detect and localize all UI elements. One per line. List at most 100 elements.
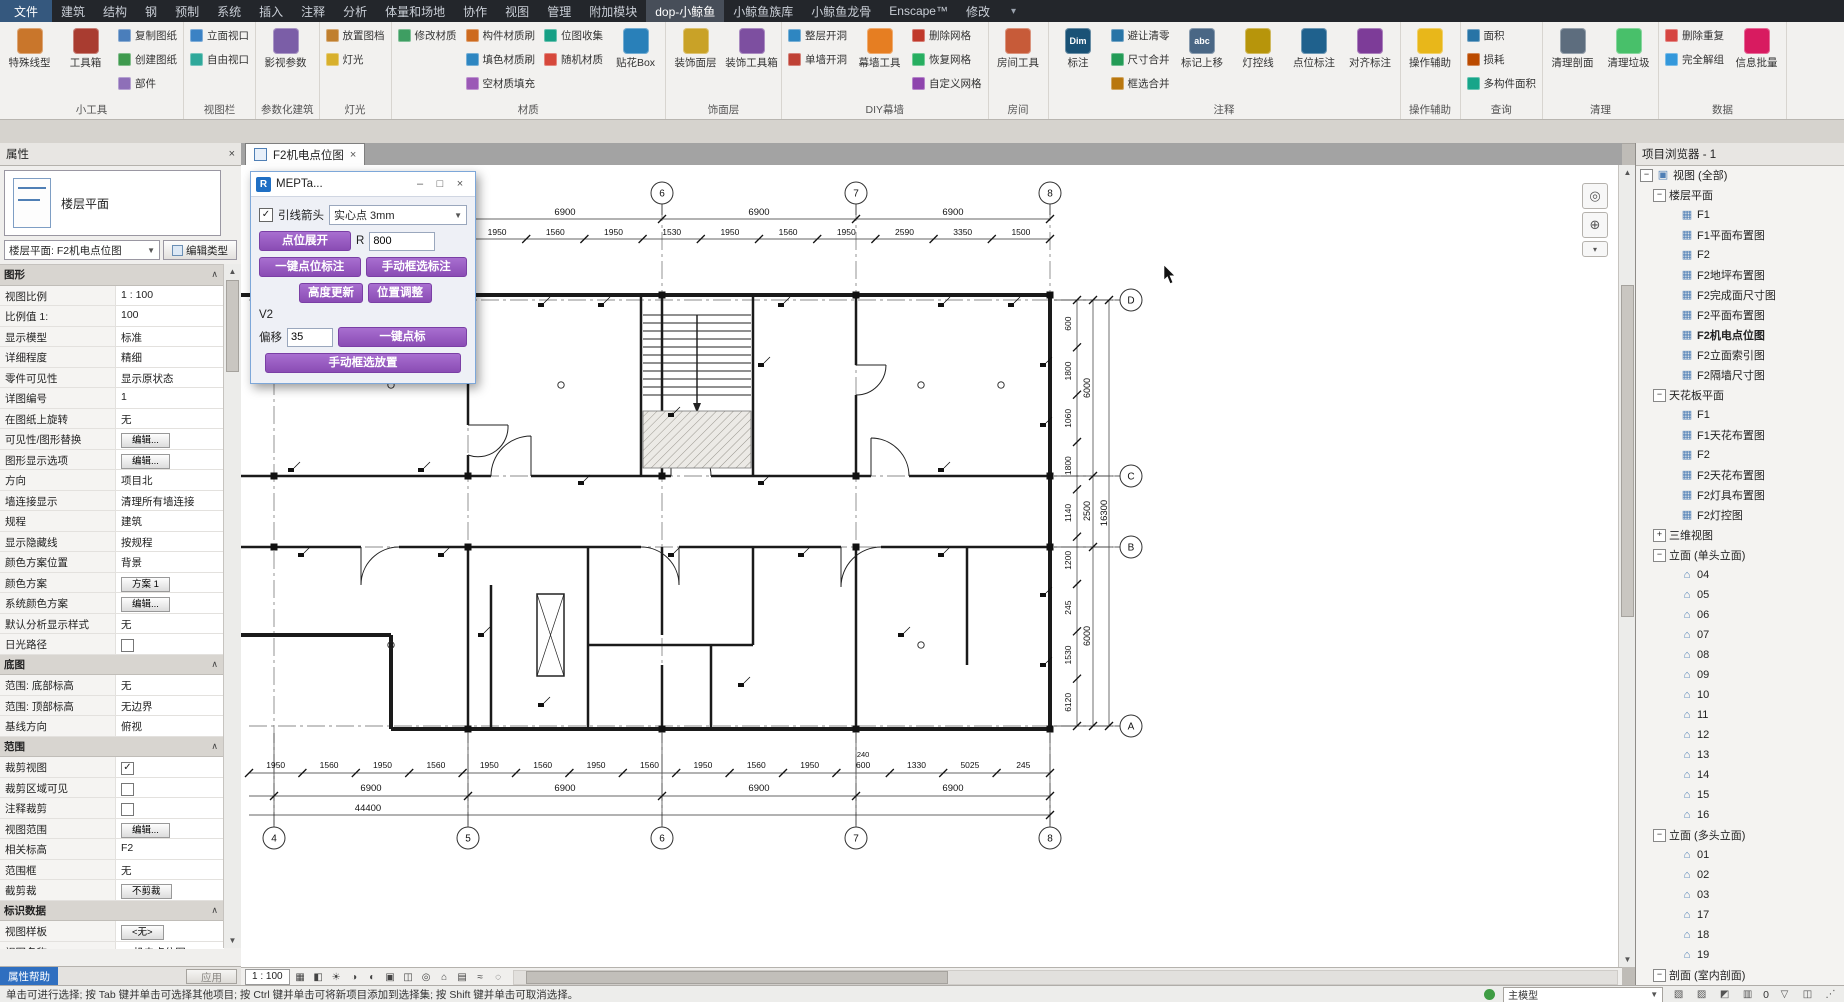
- decal-box-button[interactable]: 贴花Box: [608, 23, 663, 93]
- radius-input[interactable]: [369, 232, 435, 251]
- close-icon[interactable]: ×: [229, 148, 235, 160]
- tree-item[interactable]: ▦F2完成面尺寸图: [1636, 285, 1844, 305]
- property-value[interactable]: [116, 798, 224, 818]
- property-value[interactable]: 背景: [116, 552, 224, 572]
- tree-item[interactable]: ⌂02: [1636, 865, 1844, 885]
- scroll-up-icon[interactable]: ▲: [1619, 165, 1636, 180]
- tree-item[interactable]: ⌂13: [1636, 745, 1844, 765]
- tree-item[interactable]: ⌂04: [1636, 565, 1844, 585]
- tree-item[interactable]: ⌂06: [1636, 605, 1844, 625]
- bitmap-collect-button[interactable]: 位图收集: [540, 23, 607, 47]
- ribbon-tab[interactable]: 预制: [166, 0, 208, 22]
- tree-item[interactable]: ▦F2天花布置图: [1636, 465, 1844, 485]
- restore-grid-button[interactable]: 恢复网格: [908, 47, 986, 71]
- close-icon[interactable]: ×: [350, 149, 356, 161]
- property-value[interactable]: 无: [116, 675, 224, 695]
- room-tool-button[interactable]: 房间工具: [991, 23, 1046, 93]
- panel-toggle-icon[interactable]: ◫: [1800, 988, 1815, 1001]
- scroll-up-icon[interactable]: ▲: [224, 264, 241, 279]
- finish-toolbox-button[interactable]: 装饰工具箱: [724, 23, 779, 93]
- free-viewport-button[interactable]: 自由视口: [186, 47, 253, 71]
- sun-path-icon[interactable]: ☀: [328, 970, 345, 985]
- property-edit-button[interactable]: <无>: [121, 925, 164, 940]
- visual-style-icon[interactable]: ◧: [310, 970, 327, 985]
- tree-item[interactable]: ▦F1: [1636, 205, 1844, 225]
- elevation-viewport-button[interactable]: 立面视口: [186, 23, 253, 47]
- ribbon-collapse-icon[interactable]: ▾: [1003, 0, 1024, 22]
- line-style-button[interactable]: 特殊线型: [2, 23, 57, 93]
- finish-layer-button[interactable]: 装饰面层: [668, 23, 723, 93]
- property-value[interactable]: 精细: [116, 347, 224, 367]
- tree-item[interactable]: ▦F1平面布置图: [1636, 225, 1844, 245]
- property-value[interactable]: 不剪裁: [116, 880, 224, 900]
- delete-duplicate-button[interactable]: 删除重复: [1661, 23, 1728, 47]
- loss-button[interactable]: 损耗: [1463, 47, 1541, 71]
- property-value[interactable]: 编辑...: [116, 593, 224, 613]
- dot-style-select[interactable]: 实心点 3mm ▼: [329, 205, 467, 225]
- tree-item[interactable]: ▦F1: [1636, 405, 1844, 425]
- property-edit-button[interactable]: 不剪裁: [121, 884, 172, 899]
- info-batch-button[interactable]: 信息批量: [1729, 23, 1784, 93]
- property-section-header[interactable]: 标识数据∧: [0, 901, 224, 922]
- random-material-button[interactable]: 随机材质: [540, 47, 607, 71]
- zoom-icon[interactable]: ⊕: [1582, 212, 1608, 238]
- canvas-horizontal-scrollbar[interactable]: [513, 970, 1618, 985]
- curtain-tool-button[interactable]: 幕墙工具: [852, 23, 907, 93]
- clean-section-button[interactable]: 清理剖面: [1545, 23, 1600, 93]
- tree-item[interactable]: ▦F1天花布置图: [1636, 425, 1844, 445]
- design-options-select[interactable]: 主模型 ▼: [1503, 987, 1663, 1002]
- worksets-icon[interactable]: [1484, 989, 1495, 1000]
- ribbon-tab[interactable]: 小鲸鱼龙骨: [802, 0, 880, 22]
- light-button[interactable]: 灯光: [322, 47, 389, 71]
- scrollbar-thumb[interactable]: [1621, 285, 1634, 617]
- ribbon-tab[interactable]: 钢: [136, 0, 166, 22]
- property-value[interactable]: [116, 778, 224, 798]
- edit-type-button[interactable]: 编辑类型: [163, 240, 237, 260]
- component-material-brush-button[interactable]: 构件材质刷: [462, 23, 540, 47]
- avoid-clear-button[interactable]: 避让清零: [1107, 23, 1174, 47]
- editable-only-icon[interactable]: ▧: [1671, 988, 1686, 1001]
- canvas-vertical-scrollbar[interactable]: ▲ ▼: [1618, 165, 1636, 967]
- tree-item[interactable]: ▦F2灯控图: [1636, 505, 1844, 525]
- property-value[interactable]: 清理所有墙连接: [116, 491, 224, 511]
- property-value[interactable]: 编辑...: [116, 819, 224, 839]
- box-merge-button[interactable]: 框选合并: [1107, 71, 1174, 95]
- tree-expander-icon[interactable]: −: [1653, 829, 1666, 842]
- manual-box-mark-button[interactable]: 手动框选标注: [366, 257, 468, 277]
- ribbon-tab[interactable]: 体量和场地: [376, 0, 454, 22]
- property-value[interactable]: <无>: [116, 921, 224, 941]
- tree-item[interactable]: +三维视图: [1636, 525, 1844, 545]
- ribbon-tab[interactable]: dop-小鲸鱼: [646, 0, 724, 22]
- close-icon[interactable]: ×: [450, 178, 470, 190]
- tree-expander-icon[interactable]: −: [1653, 969, 1666, 982]
- ribbon-tab[interactable]: 协作: [454, 0, 496, 22]
- type-selector[interactable]: 楼层平面: [4, 170, 221, 236]
- dialog-title-bar[interactable]: R MEPTa... – □ ×: [251, 172, 475, 197]
- custom-grid-button[interactable]: 自定义网格: [908, 71, 986, 95]
- tree-item[interactable]: ⌂17: [1636, 905, 1844, 925]
- property-edit-button[interactable]: 编辑...: [121, 597, 170, 612]
- tree-item[interactable]: −立面 (多头立面): [1636, 825, 1844, 845]
- steering-wheel-icon[interactable]: ◎: [1582, 183, 1608, 209]
- property-checkbox[interactable]: ✓: [121, 762, 134, 775]
- property-value[interactable]: F2: [116, 839, 224, 859]
- instance-combo[interactable]: 楼层平面: F2机电点位图 ▼: [4, 240, 160, 260]
- property-value[interactable]: 无: [116, 614, 224, 634]
- maximize-icon[interactable]: □: [430, 178, 450, 190]
- point-mark-button[interactable]: 点位标注: [1287, 23, 1342, 93]
- select-links-icon[interactable]: ▥: [1740, 988, 1755, 1001]
- dim-button[interactable]: Dim标注: [1051, 23, 1106, 93]
- property-value[interactable]: F2机电点位图: [116, 942, 224, 950]
- filter-icon[interactable]: ▽: [1777, 988, 1792, 1001]
- ribbon-tab[interactable]: Enscape™: [880, 0, 957, 22]
- tree-item[interactable]: ⌂03: [1636, 885, 1844, 905]
- property-edit-button[interactable]: 方案 1: [121, 577, 170, 592]
- temporary-view-properties-icon[interactable]: ▤: [454, 970, 471, 985]
- tree-item[interactable]: ▦F2机电点位图: [1636, 325, 1844, 345]
- property-value[interactable]: 100: [116, 306, 224, 326]
- property-value[interactable]: 按规程: [116, 532, 224, 552]
- align-mark-button[interactable]: 对齐标注: [1343, 23, 1398, 93]
- property-value[interactable]: 1: [116, 388, 224, 408]
- tree-item[interactable]: ⌂11: [1636, 705, 1844, 725]
- tree-item[interactable]: ▦F2: [1636, 445, 1844, 465]
